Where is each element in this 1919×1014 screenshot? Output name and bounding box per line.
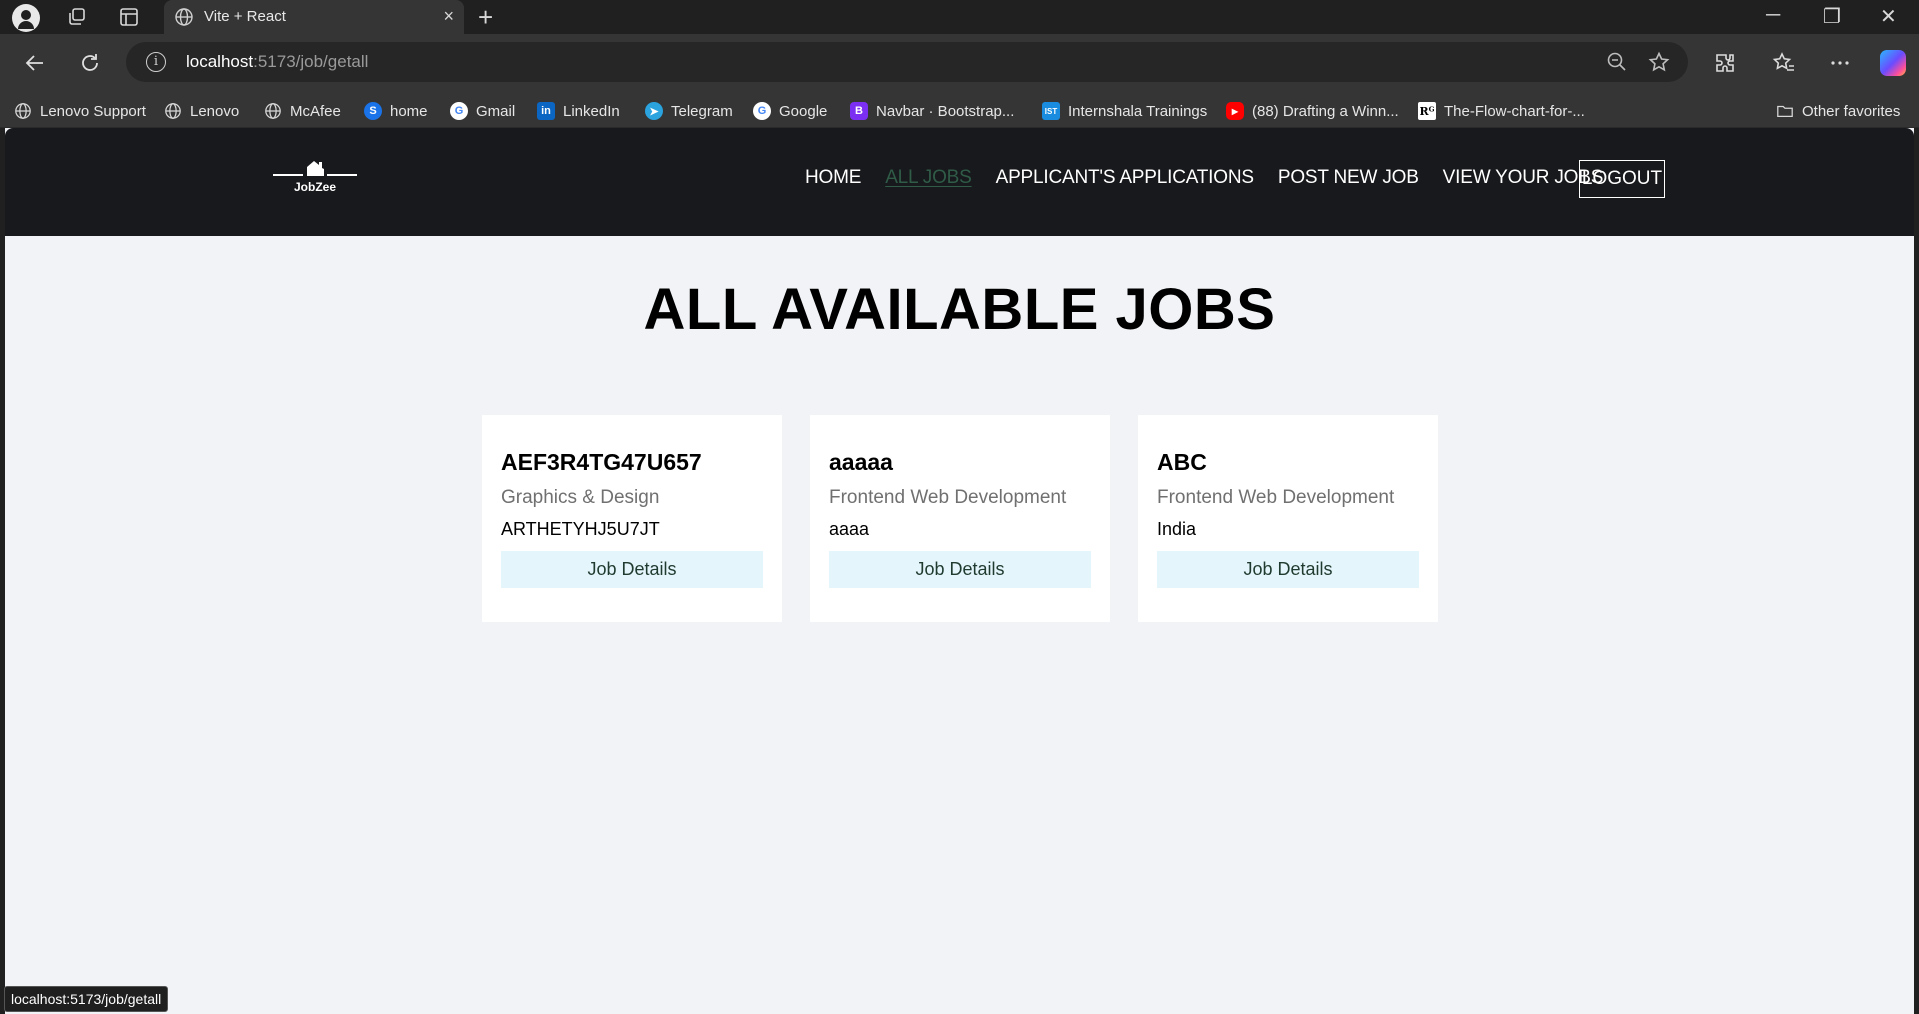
bookmark-internshala[interactable]: IST Internshala Trainings [1042, 100, 1207, 122]
rg-icon: Rᴳ [1418, 102, 1436, 120]
restore-icon[interactable]: ❐ [1823, 4, 1841, 29]
browser-tab-active[interactable]: Vite + React × [164, 0, 464, 34]
bookmark-label: Google [779, 102, 828, 120]
url-path: :5173/job/getall [253, 52, 369, 71]
back-arrow-icon[interactable] [22, 50, 48, 76]
bookmark-linkedin[interactable]: in LinkedIn [537, 100, 620, 122]
job-card-list: AEF3R4TG47U657 Graphics & Design ARTHETY… [482, 415, 1466, 622]
app-navbar: JobZee HOME ALL JOBS APPLICANT'S APPLICA… [5, 128, 1914, 236]
job-country: ARTHETYHJ5U7JT [501, 519, 660, 539]
bookmark-label: Gmail [476, 102, 516, 120]
job-details-button[interactable]: Job Details [1157, 551, 1419, 588]
address-bar[interactable]: i localhost:5173/job/getall [126, 42, 1688, 82]
tab-actions-icon[interactable] [118, 6, 140, 28]
more-menu-icon[interactable] [1828, 51, 1852, 75]
copilot-icon[interactable] [1880, 50, 1906, 76]
logout-button[interactable]: LOGOUT [1579, 160, 1665, 198]
extensions-icon[interactable] [1713, 51, 1737, 75]
google-icon: G [753, 102, 771, 120]
bookmark-label: Telegram [671, 102, 733, 120]
bookmark-telegram[interactable]: ➤ Telegram [645, 100, 733, 122]
browser-toolbar: i localhost:5173/job/getall [0, 34, 1919, 94]
site-info-icon[interactable]: i [146, 52, 166, 72]
globe-icon [14, 102, 32, 120]
bookmark-label: The-Flow-chart-for-... [1444, 102, 1585, 120]
page-viewport: JobZee HOME ALL JOBS APPLICANT'S APPLICA… [5, 128, 1914, 1014]
favorite-star-icon[interactable] [1648, 51, 1670, 73]
folder-icon [1776, 102, 1794, 120]
url-host: localhost [186, 52, 254, 71]
logo-house-icon [305, 160, 325, 176]
bookmarks-bar: Lenovo Support Lenovo McAfee S home G Gm… [0, 94, 1919, 128]
nav-applicants-applications[interactable]: APPLICANT'S APPLICATIONS [996, 167, 1254, 189]
bookmark-google[interactable]: G Google [753, 100, 827, 122]
refresh-icon[interactable] [77, 50, 103, 76]
globe-icon [264, 102, 282, 120]
job-title: aaaaa [829, 449, 893, 475]
page-title: ALL AVAILABLE JOBS [643, 277, 1276, 342]
browser-titlebar: Vite + React × + ─ ❐ ✕ [0, 0, 1919, 34]
bookmark-other-favorites[interactable]: Other favorites [1776, 100, 1900, 122]
job-card: ABC Frontend Web Development India Job D… [1138, 415, 1438, 622]
s-icon: S [364, 102, 382, 120]
bookmark-label: McAfee [290, 102, 341, 120]
job-category: Frontend Web Development [829, 487, 1067, 508]
job-title: ABC [1157, 449, 1207, 475]
bookmark-gmail[interactable]: G Gmail [450, 100, 515, 122]
nav-links: HOME ALL JOBS APPLICANT'S APPLICATIONS P… [805, 167, 1627, 189]
favorites-icon[interactable] [1772, 51, 1796, 75]
bookmark-mcafee[interactable]: McAfee [264, 100, 341, 122]
job-details-button[interactable]: Job Details [501, 551, 763, 588]
bookmark-label: Lenovo Support [40, 102, 146, 120]
url-text[interactable]: localhost:5173/job/getall [186, 52, 368, 72]
bookmark-label: Navbar · Bootstrap... [876, 102, 1015, 120]
bookmark-bootstrap[interactable]: B Navbar · Bootstrap... [850, 100, 1014, 122]
youtube-icon: ▶ [1226, 102, 1244, 120]
bookmark-lenovo-support[interactable]: Lenovo Support [14, 100, 146, 122]
logo-line-left [273, 174, 303, 176]
job-title: AEF3R4TG47U657 [501, 449, 702, 475]
bookmark-label: Other favorites [1802, 102, 1901, 120]
job-card: aaaaa Frontend Web Development aaaa Job … [810, 415, 1110, 622]
workspaces-icon[interactable] [66, 6, 88, 28]
close-window-icon[interactable]: ✕ [1880, 4, 1897, 29]
job-category: Graphics & Design [501, 487, 660, 508]
bookmark-youtube[interactable]: ▶ (88) Drafting a Winn... [1226, 100, 1399, 122]
bookmark-label: home [390, 102, 428, 120]
bookmark-home[interactable]: S home [364, 100, 428, 122]
bookmark-label: LinkedIn [563, 102, 620, 120]
globe-icon [164, 102, 182, 120]
logo-line-right [327, 174, 357, 176]
job-country: aaaa [829, 519, 870, 539]
profile-avatar-icon[interactable] [12, 4, 40, 32]
bookmark-label: (88) Drafting a Winn... [1252, 102, 1399, 120]
bookmark-label: Internshala Trainings [1068, 102, 1208, 120]
linkedin-icon: in [537, 102, 555, 120]
bootstrap-icon: B [850, 102, 868, 120]
minimize-icon[interactable]: ─ [1766, 4, 1780, 27]
job-category: Frontend Web Development [1157, 487, 1395, 508]
bookmark-label: Lenovo [190, 102, 240, 120]
new-tab-button[interactable]: + [478, 2, 493, 33]
nav-home[interactable]: HOME [805, 167, 861, 189]
logo-text: JobZee [293, 180, 336, 194]
job-details-button[interactable]: Job Details [829, 551, 1091, 588]
bookmark-flowchart[interactable]: Rᴳ The-Flow-chart-for-... [1418, 100, 1585, 122]
google-icon: G [450, 102, 468, 120]
tab-title: Vite + React [204, 8, 286, 25]
ist-icon: IST [1042, 102, 1060, 120]
telegram-icon: ➤ [645, 102, 663, 120]
globe-icon [174, 7, 194, 27]
zoom-out-icon[interactable] [1606, 51, 1628, 73]
nav-post-new-job[interactable]: POST NEW JOB [1278, 167, 1419, 189]
job-card: AEF3R4TG47U657 Graphics & Design ARTHETY… [482, 415, 782, 622]
job-country: India [1157, 519, 1197, 539]
nav-all-jobs[interactable]: ALL JOBS [885, 167, 972, 189]
jobzee-logo[interactable]: JobZee [273, 160, 357, 200]
bookmark-lenovo[interactable]: Lenovo [164, 100, 239, 122]
status-url-bubble: localhost:5173/job/getall [4, 986, 169, 1012]
tab-close-icon[interactable]: × [443, 6, 454, 27]
